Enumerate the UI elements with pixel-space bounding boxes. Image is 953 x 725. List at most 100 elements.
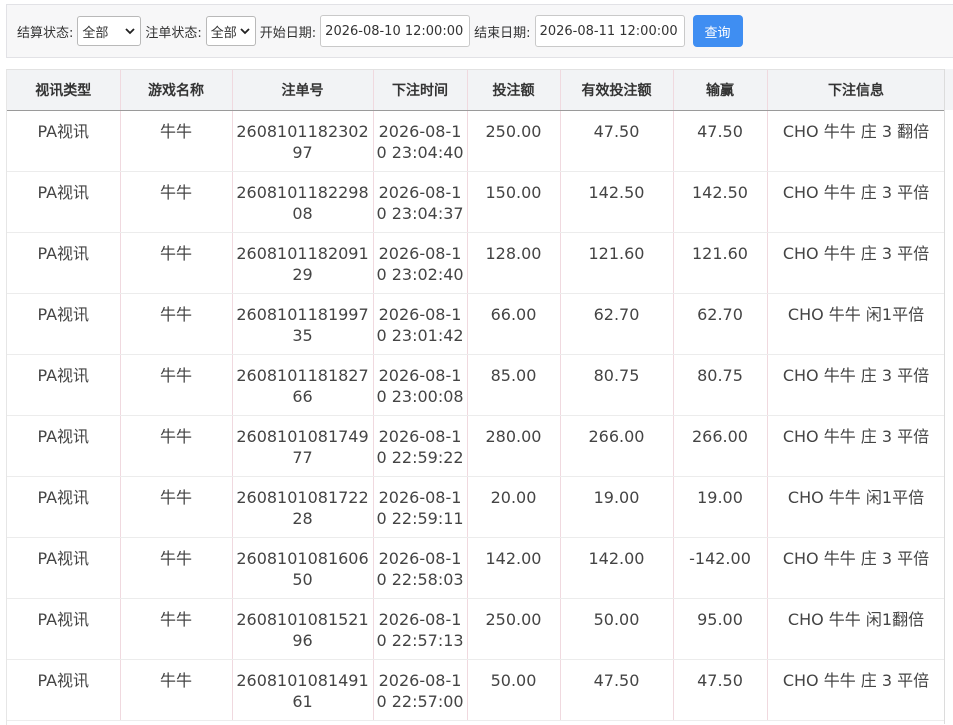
cell-bet-id: 260810108149161 xyxy=(232,659,374,721)
table-row: PA视讯 牛牛 260810108174977 2026-08-10 22:59… xyxy=(7,415,945,477)
cell-bet-id: 260810108174977 xyxy=(232,415,374,477)
cell-valid-amount: 142.00 xyxy=(560,537,674,599)
cell-bet-amount: 150.00 xyxy=(467,171,561,233)
column-header[interactable]: 视讯类型 xyxy=(7,70,121,111)
cell-valid-amount: 19.00 xyxy=(560,476,674,538)
cell-game-name: 牛牛 xyxy=(120,354,233,416)
cell-video-type: PA视讯 xyxy=(7,659,121,721)
cell-video-type: PA视讯 xyxy=(7,598,121,660)
cell-bet-time: 2026-08-10 23:02:40 xyxy=(373,232,468,294)
cell-bet-info: CHO 牛牛 庄 3 平倍 xyxy=(767,659,945,721)
order-status-label: 注单状态: xyxy=(145,25,202,41)
cell-game-name: 牛牛 xyxy=(120,110,233,172)
cell-game-name: 牛牛 xyxy=(120,293,233,355)
bet-records-table: 视讯类型 游戏名称 注单号 下注时间 投注额 有效投注额 输赢 下注信息 PA视… xyxy=(7,70,945,721)
cell-bet-amount: 85.00 xyxy=(467,354,561,416)
table-row: PA视讯 牛牛 260810108160650 2026-08-10 22:58… xyxy=(7,537,945,599)
cell-bet-time: 2026-08-10 23:04:37 xyxy=(373,171,468,233)
cell-game-name: 牛牛 xyxy=(120,232,233,294)
column-header[interactable]: 有效投注额 xyxy=(560,70,674,111)
order-status-value: 全部 xyxy=(210,25,237,41)
filter-bar: 结算状态: 全部 注单状态: 全部 开始日期: 2026-08-10 12:00… xyxy=(6,4,953,58)
table-row: PA视讯 牛牛 260810118199735 2026-08-10 23:01… xyxy=(7,293,945,355)
start-date-input[interactable]: 2026-08-10 12:00:00 xyxy=(320,15,471,47)
cell-bet-amount: 250.00 xyxy=(467,110,561,172)
settle-status-select[interactable]: 全部 xyxy=(77,16,142,46)
cell-bet-time: 2026-08-10 23:00:08 xyxy=(373,354,468,416)
cell-video-type: PA视讯 xyxy=(7,232,121,294)
cell-bet-time: 2026-08-10 23:01:42 xyxy=(373,293,468,355)
cell-bet-id: 260810118209129 xyxy=(232,232,374,294)
cell-video-type: PA视讯 xyxy=(7,415,121,477)
end-date-input[interactable]: 2026-08-11 12:00:00 xyxy=(534,15,685,47)
column-header[interactable]: 下注信息 xyxy=(767,70,945,111)
cell-bet-time: 2026-08-10 22:57:00 xyxy=(373,659,468,721)
cell-bet-info: CHO 牛牛 庄 3 平倍 xyxy=(767,232,945,294)
cell-valid-amount: 266.00 xyxy=(560,415,674,477)
cell-game-name: 牛牛 xyxy=(120,476,233,538)
cell-bet-time: 2026-08-10 22:57:13 xyxy=(373,598,468,660)
table-header-row: 视讯类型 游戏名称 注单号 下注时间 投注额 有效投注额 输赢 下注信息 xyxy=(7,70,945,111)
settle-status-value: 全部 xyxy=(82,25,109,41)
table-row: PA视讯 牛牛 260810108152196 2026-08-10 22:57… xyxy=(7,598,945,660)
table-row: PA视讯 牛牛 260810118230297 2026-08-10 23:04… xyxy=(7,110,945,172)
cell-bet-amount: 280.00 xyxy=(467,415,561,477)
cell-bet-amount: 142.00 xyxy=(467,537,561,599)
cell-bet-info: CHO 牛牛 闲1平倍 xyxy=(767,293,945,355)
cell-bet-info: CHO 牛牛 闲1翻倍 xyxy=(767,598,945,660)
cell-bet-id: 260810118182766 xyxy=(232,354,374,416)
cell-video-type: PA视讯 xyxy=(7,171,121,233)
cell-bet-id: 260810108172228 xyxy=(232,476,374,538)
table-row: PA视讯 牛牛 260810118229808 2026-08-10 23:04… xyxy=(7,171,945,233)
cell-bet-time: 2026-08-10 22:59:22 xyxy=(373,415,468,477)
cell-valid-amount: 50.00 xyxy=(560,598,674,660)
cell-win-loss: 142.50 xyxy=(673,171,768,233)
cell-bet-info: CHO 牛牛 庄 3 翻倍 xyxy=(767,110,945,172)
cell-bet-amount: 128.00 xyxy=(467,232,561,294)
cell-bet-amount: 66.00 xyxy=(467,293,561,355)
cell-bet-info: CHO 牛牛 闲1平倍 xyxy=(767,476,945,538)
cell-win-loss: 121.60 xyxy=(673,232,768,294)
table-row: PA视讯 牛牛 260810118182766 2026-08-10 23:00… xyxy=(7,354,945,416)
cell-game-name: 牛牛 xyxy=(120,171,233,233)
cell-bet-time: 2026-08-10 23:04:40 xyxy=(373,110,468,172)
cell-win-loss: 266.00 xyxy=(673,415,768,477)
start-date-label: 开始日期: xyxy=(259,25,317,41)
column-header[interactable]: 投注额 xyxy=(467,70,561,111)
cell-valid-amount: 142.50 xyxy=(560,171,674,233)
table-row: PA视讯 牛牛 260810108149161 2026-08-10 22:57… xyxy=(7,659,945,721)
cell-valid-amount: 47.50 xyxy=(560,659,674,721)
settle-status-label: 结算状态: xyxy=(17,25,74,41)
table-header-edge xyxy=(944,69,953,110)
cell-bet-amount: 50.00 xyxy=(467,659,561,721)
cell-bet-info: CHO 牛牛 庄 3 平倍 xyxy=(767,537,945,599)
cell-win-loss: 47.50 xyxy=(673,110,768,172)
cell-video-type: PA视讯 xyxy=(7,354,121,416)
cell-valid-amount: 121.60 xyxy=(560,232,674,294)
cell-game-name: 牛牛 xyxy=(120,415,233,477)
cell-bet-info: CHO 牛牛 庄 3 平倍 xyxy=(767,354,945,416)
column-header[interactable]: 游戏名称 xyxy=(120,70,233,111)
query-button[interactable]: 查询 xyxy=(692,15,743,47)
chevron-down-icon xyxy=(240,28,250,35)
cell-bet-id: 260810118229808 xyxy=(232,171,374,233)
column-header[interactable]: 下注时间 xyxy=(373,70,468,111)
cell-valid-amount: 62.70 xyxy=(560,293,674,355)
chevron-down-icon xyxy=(125,28,136,35)
order-status-select[interactable]: 全部 xyxy=(205,16,256,46)
cell-win-loss: -142.00 xyxy=(673,537,768,599)
cell-video-type: PA视讯 xyxy=(7,110,121,172)
cell-game-name: 牛牛 xyxy=(120,598,233,660)
column-header[interactable]: 注单号 xyxy=(232,70,374,111)
cell-bet-time: 2026-08-10 22:59:11 xyxy=(373,476,468,538)
end-date-label: 结束日期: xyxy=(474,25,531,41)
cell-valid-amount: 47.50 xyxy=(560,110,674,172)
cell-win-loss: 62.70 xyxy=(673,293,768,355)
cell-win-loss: 47.50 xyxy=(673,659,768,721)
bet-records-table-container: 视讯类型 游戏名称 注单号 下注时间 投注额 有效投注额 输赢 下注信息 PA视… xyxy=(6,69,945,725)
cell-win-loss: 80.75 xyxy=(673,354,768,416)
cell-bet-time: 2026-08-10 22:58:03 xyxy=(373,537,468,599)
column-header[interactable]: 输赢 xyxy=(673,70,768,111)
cell-bet-info: CHO 牛牛 庄 3 平倍 xyxy=(767,415,945,477)
cell-bet-id: 260810118199735 xyxy=(232,293,374,355)
